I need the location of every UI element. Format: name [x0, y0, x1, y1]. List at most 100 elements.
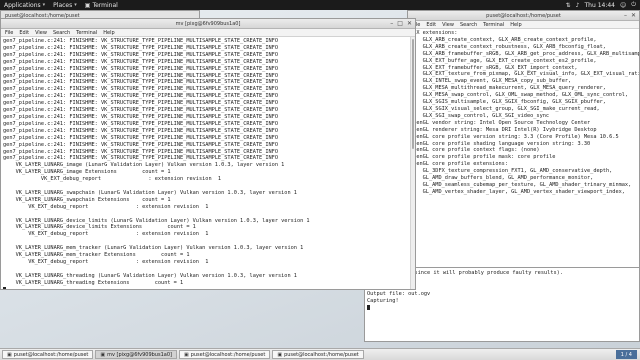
- terminal-app-menu[interactable]: ▣ Terminal: [81, 0, 122, 10]
- menu-bar: File Edit View Search Terminal Help: [408, 21, 639, 29]
- menu-item-file[interactable]: File: [5, 30, 13, 36]
- taskbar-item-label: puset@localhost:/home/puset: [13, 351, 89, 358]
- terminal-line: Capturing!: [367, 297, 399, 304]
- user-icon[interactable]: ☺: [620, 2, 626, 9]
- menu-item-view[interactable]: View: [442, 22, 454, 28]
- menu-item-help[interactable]: Help: [103, 30, 114, 36]
- terminal-line: gen7_pipeline.c:241: FINISHME: VK_STRUCT…: [3, 51, 278, 58]
- terminal-line: gen7_pipeline.c:241: FINISHME: VK_STRUCT…: [3, 141, 278, 148]
- menu-item-edit[interactable]: Edit: [19, 30, 29, 36]
- scrollbar-thumb[interactable]: [412, 39, 414, 149]
- terminal-line: GL_AMD_vertex_shader_layer, GL_AMD_verte…: [410, 188, 625, 195]
- window-title: puset@localhost:/home/puset: [486, 12, 561, 19]
- title-bar[interactable]: puset@localhost:/home/puset – ✕: [408, 11, 639, 21]
- terminal-line: Output file: out.ogv: [367, 290, 431, 297]
- terminal-line: GLX_EXT_texture_from_pixmap, GLX_EXT_vis…: [410, 71, 639, 78]
- terminal-line: VK_LAYER_LUNARG_mem_tracker (LunarG Vali…: [3, 245, 304, 252]
- menu-item-terminal[interactable]: Terminal: [483, 22, 504, 28]
- terminal-icon: ▣: [7, 351, 12, 358]
- terminal-line: GLX_EXT_buffer_age, GLX_EXT_create_conte…: [410, 57, 597, 64]
- taskbar-item[interactable]: ▣ puset@localhost:/home/puset: [272, 350, 364, 359]
- close-icon[interactable]: ✕: [631, 12, 636, 20]
- terminal-icon: ▣: [183, 351, 189, 358]
- terminal-line: gen7_pipeline.c:241: FINISHME: VK_STRUCT…: [3, 155, 278, 162]
- terminal-output[interactable]: gen7_pipeline.c:241: FINISHME: VK_STRUCT…: [1, 37, 415, 289]
- terminal-line: OpenGL vendor string: Intel Open Source …: [410, 119, 591, 126]
- menu-item-terminal[interactable]: Terminal: [76, 30, 97, 36]
- terminal-line: gen7_pipeline.c:241: FINISHME: VK_STRUCT…: [3, 148, 278, 155]
- terminal-line: gen7_pipeline.c:241: FINISHME: VK_STRUCT…: [3, 44, 278, 51]
- taskbar-item[interactable]: ▣ mv [pixg@6fv909bus1a0]: [95, 350, 177, 359]
- terminal-line: VK_LAYER_LUNARG_image (LunarG Validation…: [3, 162, 285, 169]
- terminal-line: gen7_pipeline.c:241: FINISHME: VK_STRUCT…: [3, 65, 278, 72]
- terminal-line: VK_LAYER_LUNARG_threading (LunarG Valida…: [3, 272, 297, 279]
- terminal-line: gen7_pipeline.c:241: FINISHME: VK_STRUCT…: [3, 93, 278, 100]
- scrollbar[interactable]: [410, 37, 415, 289]
- workspace-pager[interactable]: 1 / 4: [615, 350, 637, 359]
- menu-bar: File Edit View Search Terminal Help: [1, 29, 415, 37]
- terminal-line: gen7_pipeline.c:241: FINISHME: VK_STRUCT…: [3, 100, 278, 107]
- terminal-line: GLX_ARB_framebuffer_sRGB, GLX_ARB_get_pr…: [410, 50, 639, 57]
- terminal-line: GLX_INTEL_swap_event, GLX_MESA_copy_sub_…: [410, 78, 572, 85]
- terminal-output[interactable]: GLX extensions: GLX_ARB_create_context, …: [408, 29, 639, 197]
- clock[interactable]: Thu 14:44: [585, 2, 615, 9]
- menu-item-view[interactable]: View: [35, 30, 47, 36]
- terminal-line: VK_EXT_debug_report : extension revision…: [3, 231, 209, 238]
- minimize-icon[interactable]: –: [390, 20, 393, 28]
- terminal-line: VK_LAYER_LUNARG_swapchain (LunarG Valida…: [3, 189, 297, 196]
- title-bar[interactable]: mv [pixg@6fv909bus1a0] – □ ✕: [1, 19, 415, 29]
- terminal-line: OpenGL core profile extensions:: [410, 161, 508, 168]
- maximize-icon[interactable]: □: [397, 20, 403, 28]
- network-icon[interactable]: ⇅: [566, 2, 571, 9]
- taskbar-item[interactable]: ▣ puset@localhost:/home/puset: [178, 350, 271, 359]
- terminal-line: gen7_pipeline.c:241: FINISHME: VK_STRUCT…: [3, 38, 278, 44]
- glxinfo-terminal-window[interactable]: puset@localhost:/home/puset – ✕ File Edit…: [407, 10, 640, 268]
- terminal-line: gen7_pipeline.c:241: FINISHME: VK_STRUCT…: [3, 127, 278, 134]
- terminal-line: VK_LAYER_LUNARG_mem_tracker Extensions c…: [3, 252, 190, 259]
- terminal-line: gen7_pipeline.c:241: FINISHME: VK_STRUCT…: [3, 120, 278, 127]
- applications-menu[interactable]: Applications ▾: [0, 0, 49, 10]
- terminal-line: gen7_pipeline.c:241: FINISHME: VK_STRUCT…: [3, 113, 278, 120]
- terminal-line: GL_AMD_seamless_cubemap_per_texture, GL_…: [410, 181, 632, 188]
- terminal-line: gen7_pipeline.c:241: FINISHME: VK_STRUCT…: [3, 58, 278, 65]
- power-icon[interactable]: ⏻: [631, 1, 636, 9]
- terminal-line: OpenGL core profile version string: 3.3 …: [410, 133, 619, 140]
- cursor-icon: [3, 286, 6, 289]
- terminal-line: GLX extensions:: [410, 30, 458, 36]
- terminal-line: VK_EXT_debug_report : extension revision…: [3, 203, 209, 210]
- menu-item-edit[interactable]: Edit: [426, 22, 436, 28]
- menu-item-search[interactable]: Search: [53, 30, 70, 36]
- terminal-icon: ▣: [100, 351, 106, 358]
- terminal-cursor-line: [3, 286, 413, 289]
- places-label: Places: [53, 1, 73, 9]
- terminal-line: gen7_pipeline.c:241: FINISHME: VK_STRUCT…: [3, 79, 278, 86]
- terminal-line: gen7_pipeline.c:241: FINISHME: VK_STRUCT…: [3, 86, 278, 93]
- terminal-line: OpenGL core profile context flags: (none…: [410, 147, 540, 154]
- terminal-line: GLX_ARB_create_context, GLX_ARB_create_c…: [410, 36, 597, 43]
- terminal-line: GLX_MESA_multithread_makecurrent, GLX_ME…: [410, 85, 606, 92]
- terminal-icon: ▣: [84, 1, 91, 9]
- volume-icon[interactable]: ♪: [576, 2, 580, 9]
- close-icon[interactable]: ✕: [407, 20, 412, 28]
- window-title: mv [pixg@6fv909bus1a0]: [175, 20, 241, 27]
- terminal-line: GLX_SGIX_visual_select_group, GLX_SGI_ma…: [410, 105, 600, 112]
- terminal-line: gen7_pipeline.c:241: FINISHME: VK_STRUCT…: [3, 72, 278, 79]
- terminal-line: OpenGL core profile profile mask: core p…: [410, 154, 556, 161]
- vulkan-terminal-window[interactable]: mv [pixg@6fv909bus1a0] – □ ✕ File Edit Vie…: [0, 18, 416, 290]
- minimize-icon[interactable]: –: [624, 12, 627, 20]
- menu-item-search[interactable]: Search: [460, 22, 477, 28]
- terminal-line: VK_LAYER_LUNARG_threading Extensions cou…: [3, 279, 184, 286]
- menu-item-help[interactable]: Help: [510, 22, 521, 28]
- terminal-line: VK_EXT_debug_report : extension revision…: [3, 176, 222, 183]
- chevron-down-icon: ▾: [42, 2, 46, 8]
- terminal-line: OpenGL renderer string: Mesa DRI Intel(R…: [410, 126, 597, 133]
- terminal-line: GL_3DFX_texture_compression_FXT1, GL_AMD…: [410, 168, 613, 175]
- terminal-line: VK_LAYER_LUNARG_device_limits (LunarG Va…: [3, 217, 310, 224]
- taskbar-item[interactable]: ▣ puset@localhost:/home/puset: [2, 350, 94, 359]
- places-menu[interactable]: Places ▾: [49, 0, 81, 10]
- terminal-line: VK_LAYER_LUNARG_swapchain Extensions cou…: [3, 196, 171, 203]
- terminal-line: GLX_SGI_swap_control, GLX_SGI_video_sync: [410, 112, 550, 119]
